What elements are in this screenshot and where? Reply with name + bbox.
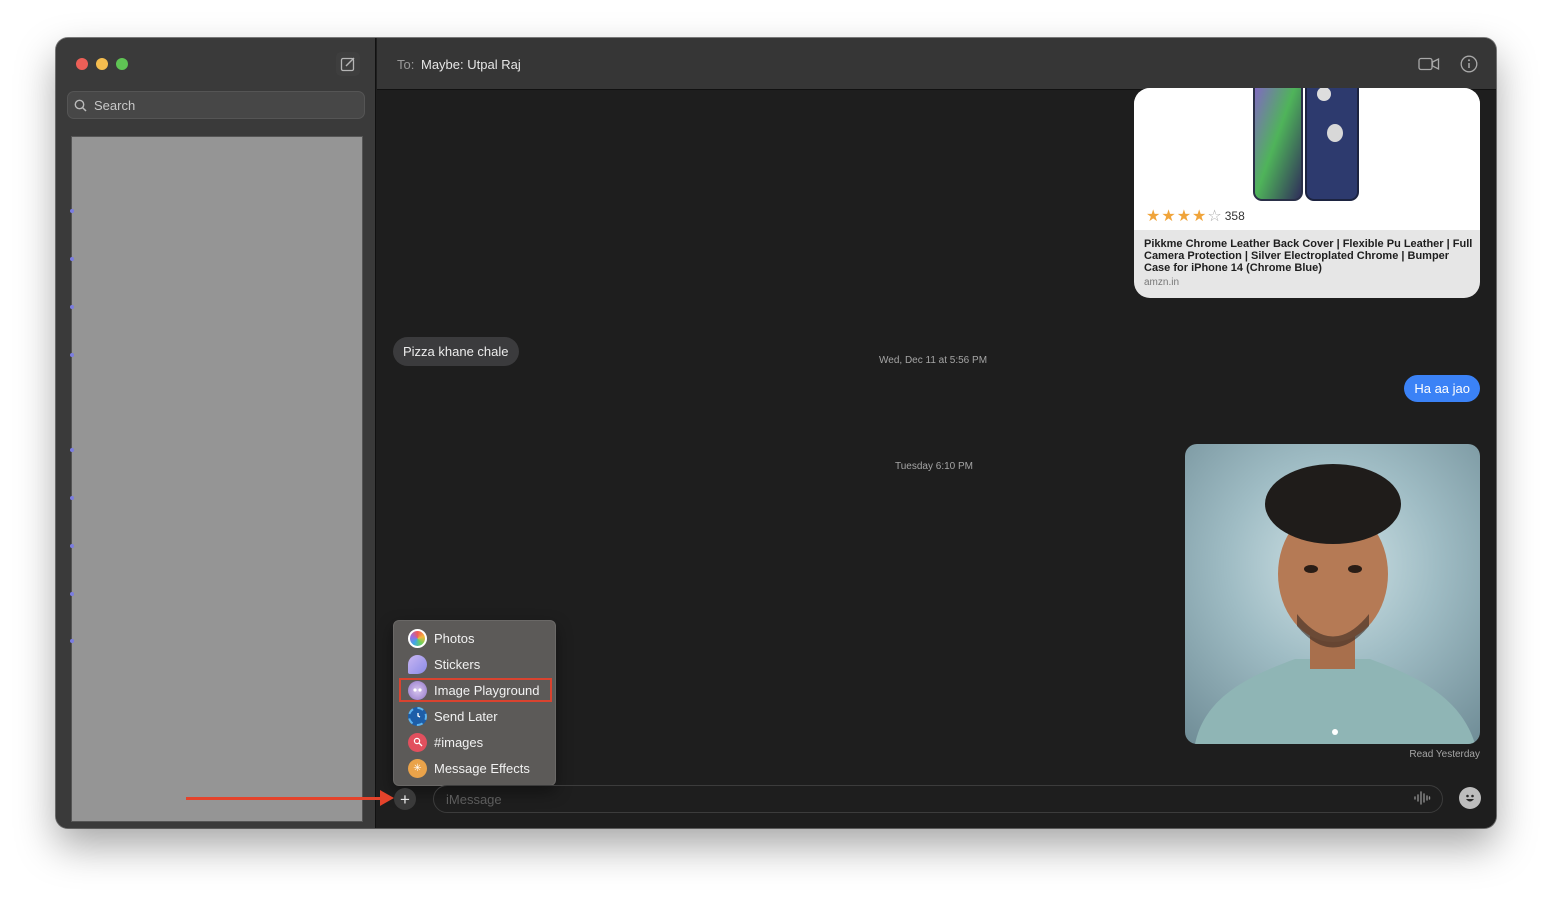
video-camera-icon [1418,57,1440,71]
unread-dot [70,305,74,309]
generated-portrait-image[interactable] [1185,444,1480,744]
messages-window: Search To: Maybe: Utpal Raj ★ ★ ★ ★ ☆ 35… [56,38,1496,828]
annotation-arrow-line [186,797,384,800]
outgoing-message-bubble[interactable]: Ha aa jao [1404,375,1480,402]
menu-item-label: #images [434,734,484,750]
product-image: ★ ★ ★ ★ ☆ 358 [1134,88,1480,230]
menu-item-label: Stickers [434,656,481,672]
link-title: Pikkme Chrome Leather Back Cover | Flexi… [1144,238,1473,274]
star-filled-icon: ★ [1161,208,1176,225]
timestamp: Tuesday 6:10 PM [895,461,974,472]
recipient-name[interactable]: Maybe: Utpal Raj [421,57,521,72]
chat-transcript[interactable]: ★ ★ ★ ★ ☆ 358 Pikkme Chrome Leather Back… [377,88,1496,828]
emoji-icon [1466,794,1474,802]
conversation-list-redacted[interactable] [70,136,363,822]
menu-item-label: Photos [434,630,475,646]
conversation-header: To: Maybe: Utpal Raj [377,38,1496,90]
unread-dot [70,544,74,548]
star-filled-icon: ★ [1176,208,1192,225]
unread-dot [70,496,74,500]
unread-dot [70,448,74,452]
star-empty-icon: ☆ [1207,208,1222,225]
menu-item-photos[interactable]: Photos [394,625,555,651]
unread-dot [70,592,74,596]
facetime-button[interactable] [1418,54,1440,74]
menu-item-send-later[interactable]: Send Later [394,703,555,729]
compose-icon [340,57,355,72]
link-preview-card[interactable]: ★ ★ ★ ★ ☆ 358 Pikkme Chrome Leather Back… [1134,88,1480,298]
emoji-button[interactable] [1459,787,1481,809]
photos-icon [408,628,427,648]
incoming-message-bubble[interactable]: Pizza khane chale [393,337,519,366]
menu-item-image-playground[interactable]: Image Playground [394,677,555,703]
search-field[interactable]: Search [67,91,365,119]
stickers-icon [408,654,427,674]
star-filled-icon: ★ [1146,208,1161,225]
sidebar: Search [56,38,376,828]
link-domain: amzn.in [1144,277,1180,288]
images-search-icon [408,732,427,752]
menu-item-label: Send Later [434,708,498,724]
unread-dot [70,639,74,643]
apps-menu: Photos Stickers Image Playground Send La… [393,620,556,786]
menu-item-label: Image Playground [434,682,540,698]
read-receipt: Read Yesterday [1409,749,1480,760]
unread-dot [70,353,74,357]
compose-button[interactable] [336,52,360,76]
audio-message-icon[interactable] [1413,791,1431,805]
star-filled-icon: ★ [1192,208,1207,225]
menu-item-label: Message Effects [434,760,530,776]
menu-item-message-effects[interactable]: ✳ Message Effects [394,755,555,781]
send-later-icon [408,706,427,726]
apps-plus-button[interactable]: + [394,788,416,810]
zoom-button[interactable] [116,58,128,70]
search-placeholder: Search [94,97,136,113]
annotation-arrow-head [380,790,394,806]
menu-item-images[interactable]: #images [394,729,555,755]
message-effects-icon: ✳ [408,758,427,778]
traffic-lights [76,58,128,70]
minimize-button[interactable] [96,58,108,70]
unread-dot [70,209,74,213]
image-playground-icon [408,680,427,700]
menu-item-stickers[interactable]: Stickers [394,651,555,677]
to-label: To: [397,57,415,72]
search-icon [74,99,87,112]
imessage-input[interactable] [433,785,1443,813]
close-button[interactable] [76,58,88,70]
unread-dot [70,257,74,261]
portrait-illustration [1195,464,1475,744]
timestamp: Wed, Dec 11 at 5:56 PM [879,355,988,366]
rating-count: 358 [1224,209,1245,223]
info-icon [1460,55,1478,73]
rating-stars: ★ ★ ★ ★ ☆ 358 [1146,206,1245,226]
info-button[interactable] [1458,54,1480,74]
